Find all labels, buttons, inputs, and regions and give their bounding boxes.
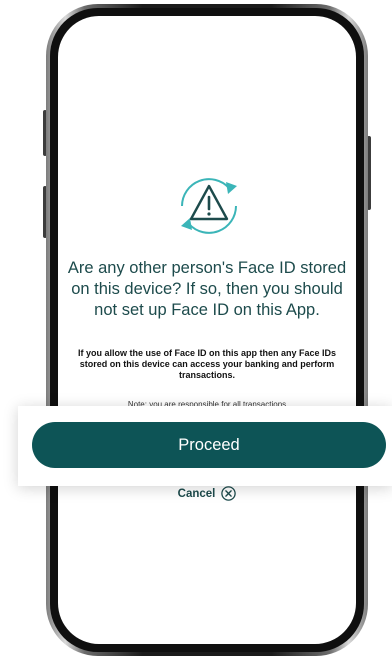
proceed-button[interactable]: Proceed — [32, 422, 386, 468]
face-id-warning-details: If you allow the use of Face ID on this … — [77, 348, 337, 380]
face-id-warning-heading: Are any other person's Face ID stored on… — [67, 259, 347, 319]
proceed-card: Proceed — [18, 406, 392, 486]
warning-refresh-icon — [174, 171, 244, 241]
cancel-label: Cancel — [177, 487, 216, 500]
close-circle-icon — [221, 486, 237, 501]
cancel-button[interactable]: Cancel — [58, 486, 356, 501]
phone-screen: Are any other person's Face ID stored on… — [58, 16, 356, 644]
app-screenshot: Are any other person's Face ID stored on… — [0, 0, 392, 660]
